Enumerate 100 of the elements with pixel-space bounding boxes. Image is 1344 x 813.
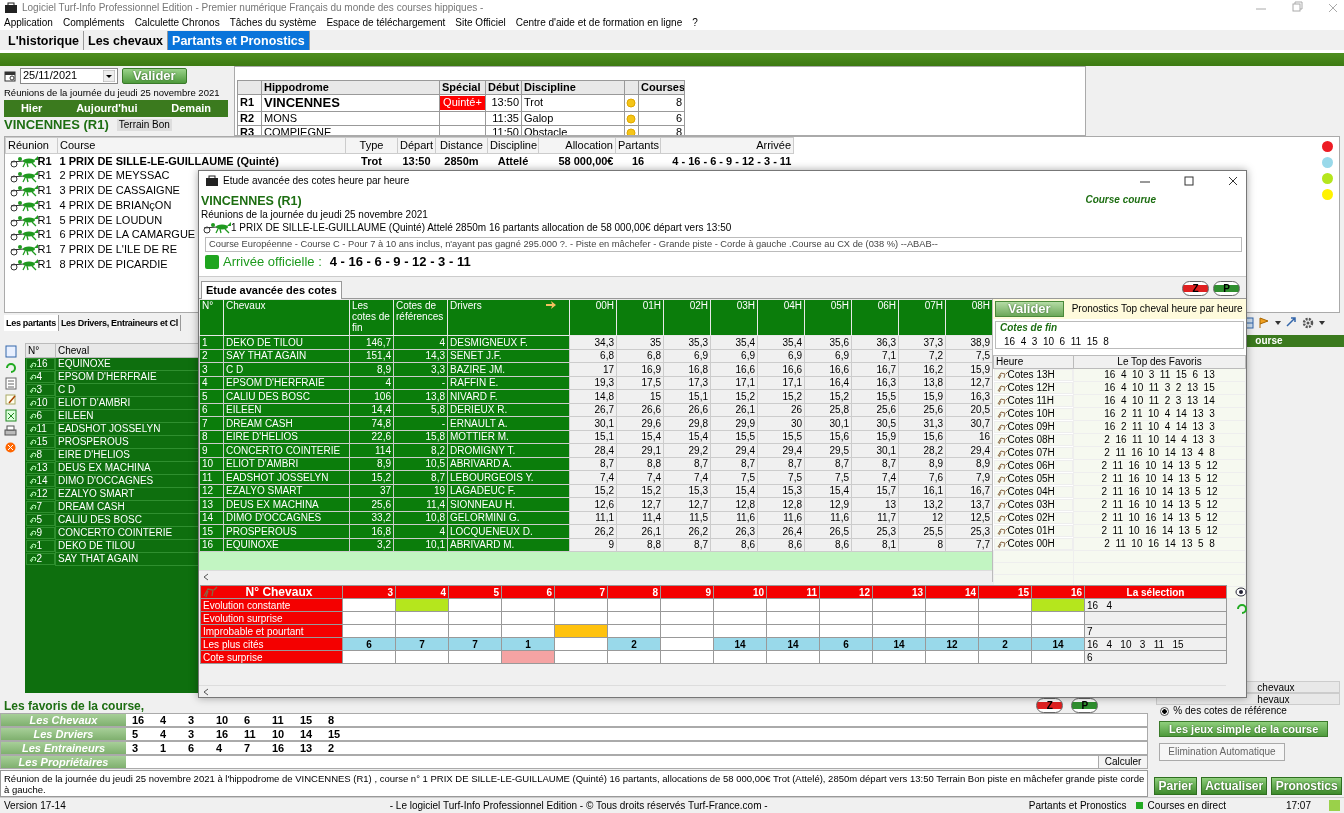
favorite-number: 16	[271, 742, 286, 754]
table-cell: 28,4	[569, 443, 617, 457]
tab[interactable]: Partants et Pronostics	[168, 31, 310, 50]
menu-item[interactable]: Application	[4, 17, 53, 29]
flag-icon[interactable]	[1258, 317, 1270, 329]
table-cell: Cotes 03H	[1007, 499, 1055, 510]
table-cell: 13:50	[485, 94, 522, 112]
menu-item[interactable]: ?	[692, 17, 698, 29]
date-field[interactable]: 25/11/2021	[20, 68, 118, 84]
table-cell: R1	[37, 154, 52, 168]
table-cell: 15,7	[851, 484, 899, 498]
spreadsheet-icon[interactable]	[4, 409, 17, 422]
column-header: Allocation	[538, 137, 616, 154]
auto-button[interactable]: Elimination Automatique	[1159, 743, 1285, 761]
scrollbar[interactable]	[199, 570, 992, 582]
table-cell: 29,1	[616, 443, 664, 457]
column-header: 7	[554, 585, 608, 599]
table-cell: 16,3	[851, 376, 899, 390]
table-cell: 30,1	[804, 416, 852, 430]
table-cell: 13	[36, 462, 48, 473]
document-icon[interactable]	[4, 345, 17, 358]
menu-item[interactable]: Espace de téléchargement	[326, 17, 446, 29]
column-header: 6	[501, 585, 555, 599]
table-cell: 15,3	[663, 484, 711, 498]
table-cell: 7,5	[804, 470, 852, 484]
race-name[interactable]: 6 PRIX DE LA CAMARGUE	[59, 228, 196, 241]
table-cell: 12,7	[663, 497, 711, 511]
tab[interactable]: Les partants	[4, 315, 59, 331]
race-name[interactable]: 3 PRIX DE CASSAIGNE	[59, 184, 180, 197]
race-name[interactable]: 8 PRIX DE PICARDIE	[59, 257, 168, 270]
tab[interactable]: Etude avancée des cotes	[201, 281, 342, 299]
column-header: Réunion	[5, 137, 58, 154]
refresh-icon[interactable]	[1235, 602, 1247, 614]
calculate-button[interactable]: Calculer	[1097, 756, 1148, 768]
table-cell: 17	[569, 362, 617, 376]
menu-item[interactable]: Centre d'aide et de formation en ligne	[515, 17, 683, 29]
printer-icon[interactable]	[4, 425, 17, 438]
table-cell: 15,1	[663, 389, 711, 403]
day-button[interactable]: Hier	[14, 100, 49, 118]
table-cell: 15,1	[569, 430, 617, 444]
column-header: Chevaux	[223, 299, 350, 336]
scroll-left-icon[interactable]	[202, 686, 210, 697]
day-button[interactable]: Aujourd'hui	[70, 100, 144, 118]
day-button[interactable]: Demain	[165, 100, 218, 118]
table-cell: 30	[757, 416, 805, 430]
table-cell: 15,4	[616, 430, 664, 444]
p-button[interactable]: P	[1213, 281, 1240, 296]
race-name[interactable]: 1 PRIX DE SILLE-LE-GUILLAUME (Quinté)	[59, 154, 279, 167]
favorite-number: 15	[327, 728, 342, 740]
table-cell: R1	[37, 213, 52, 227]
stop-icon[interactable]	[4, 441, 17, 454]
menu-item[interactable]: Site Officiel	[455, 17, 506, 29]
table-cell: 9	[36, 527, 43, 538]
table-cell: 13,8	[898, 376, 946, 390]
eye-icon[interactable]	[1235, 586, 1247, 598]
race-name[interactable]: 5 PRIX DE LOUDUN	[59, 213, 163, 226]
row-label: Les Drviers	[1, 728, 126, 740]
column-header: 05H	[804, 299, 852, 336]
z-button[interactable]: Z	[1036, 698, 1064, 713]
menu-item[interactable]: Calculette Chronos	[134, 17, 220, 29]
tab[interactable]: Les Drivers, Entraineurs et Cl	[58, 315, 181, 331]
pointing-hand-icon[interactable]	[545, 300, 557, 310]
p-button[interactable]: P	[1071, 698, 1099, 713]
table-cell: 14	[36, 475, 48, 486]
race-name[interactable]: 2 PRIX DE MEYSSAC	[59, 169, 170, 182]
arrow-icon[interactable]	[1286, 317, 1298, 329]
table-cell: Cotes 10H	[1007, 408, 1055, 419]
z-button[interactable]: Z	[1182, 281, 1209, 296]
refresh-icon[interactable]	[4, 361, 17, 374]
favorite-number: 6	[243, 714, 252, 726]
column-header: 06H	[851, 299, 899, 336]
scroll-left-icon[interactable]	[202, 571, 210, 582]
column-header: 5	[448, 585, 502, 599]
list-icon[interactable]	[4, 377, 17, 390]
table-cell: 8	[638, 94, 685, 112]
restore-icon[interactable]	[1182, 174, 1196, 188]
favorite-number: 15	[299, 714, 314, 726]
table-cell: 28,2	[898, 443, 946, 457]
table-cell: 16 4	[1084, 598, 1227, 612]
edit-icon[interactable]	[4, 393, 17, 406]
menu-item[interactable]: Compléments	[62, 17, 125, 29]
menu-item[interactable]: Tâches du système	[229, 17, 317, 29]
race-name[interactable]: 7 PRIX DE L'ILE DE RE	[59, 242, 178, 255]
column-header: 00H	[569, 299, 617, 336]
table-cell: 26,5	[804, 524, 852, 538]
venue-cell[interactable]: MONS	[261, 111, 440, 126]
race-name[interactable]: 4 PRIX DE BRIANçON	[59, 198, 172, 211]
venue-cell[interactable]: VINCENNES	[261, 94, 440, 112]
scrollbar[interactable]	[199, 685, 1226, 697]
column-header: 03H	[710, 299, 758, 336]
column-header: Discipline	[521, 80, 625, 95]
table-cell: Trot	[345, 153, 398, 169]
table-cell: 29,9	[710, 416, 758, 430]
favorite-number: 16	[215, 728, 230, 740]
radio-button[interactable]	[1160, 706, 1170, 716]
table-cell: 11,5	[663, 511, 711, 525]
gear-icon[interactable]	[1302, 317, 1314, 329]
dropdown-caret-icon[interactable]	[103, 70, 115, 82]
table-cell: 6,8	[569, 349, 617, 363]
close-icon[interactable]	[1226, 174, 1240, 188]
